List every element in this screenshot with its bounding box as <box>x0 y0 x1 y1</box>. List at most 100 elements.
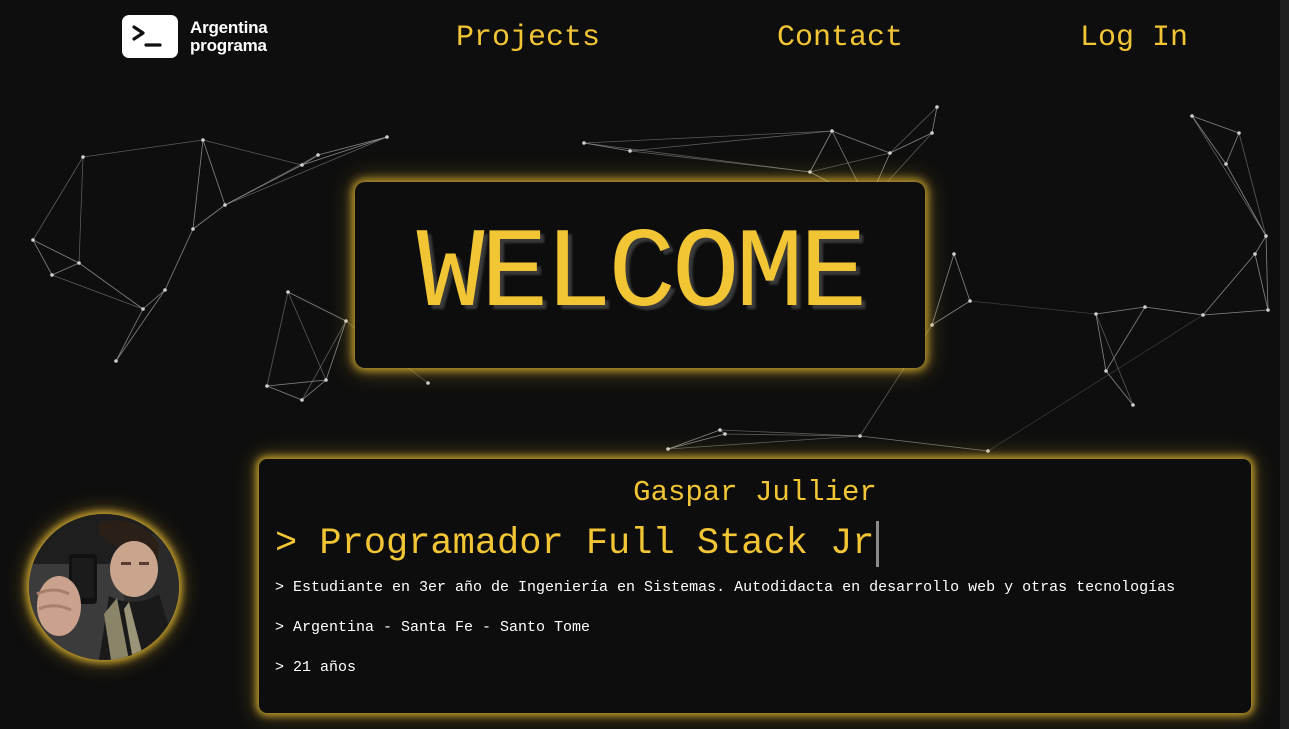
network-node <box>191 227 195 231</box>
network-node <box>265 384 269 388</box>
network-link <box>1202 253 1256 316</box>
network-node <box>808 170 812 174</box>
network-link <box>266 291 289 387</box>
network-link <box>953 253 971 302</box>
network-node <box>77 261 81 265</box>
network-link <box>1265 235 1269 311</box>
nav-contact-link[interactable]: Contact <box>777 20 903 56</box>
network-link <box>931 300 971 326</box>
network-node <box>1264 234 1268 238</box>
network-link <box>164 228 194 291</box>
network-node <box>1253 252 1257 256</box>
network-link <box>266 385 303 401</box>
network-link <box>78 156 84 264</box>
network-node <box>426 381 430 385</box>
network-node <box>888 151 892 155</box>
network-link <box>192 139 204 230</box>
network-link <box>1225 163 1267 237</box>
network-node <box>385 135 389 139</box>
network-node <box>1143 305 1147 309</box>
avatar <box>29 514 179 660</box>
network-link <box>1191 115 1267 237</box>
network-link <box>583 130 833 144</box>
network-node <box>223 203 227 207</box>
network-link <box>931 253 955 326</box>
network-node <box>628 149 632 153</box>
network-link <box>667 435 861 450</box>
network-link <box>32 239 80 264</box>
profile-description: > Estudiante en 3er año de Ingeniería en… <box>275 579 1176 596</box>
logo-line-2: programa <box>190 35 267 55</box>
network-link <box>1105 306 1146 372</box>
network-node <box>1237 131 1241 135</box>
nav-projects-link[interactable]: Projects <box>456 20 600 56</box>
typing-cursor <box>875 521 879 567</box>
network-link <box>301 136 388 166</box>
network-node <box>201 138 205 142</box>
network-node <box>31 238 35 242</box>
network-link <box>629 150 811 173</box>
welcome-title: WELCOME <box>416 211 868 339</box>
network-node <box>986 449 990 453</box>
network-link <box>889 132 933 154</box>
network-node <box>1201 313 1205 317</box>
network-node <box>300 398 304 402</box>
network-node <box>286 290 290 294</box>
network-link <box>831 130 891 154</box>
network-link <box>629 130 833 152</box>
network-link <box>317 136 388 156</box>
network-node <box>935 105 939 109</box>
header: Argentina programa Projects Contact Log … <box>0 0 1280 80</box>
network-node <box>163 288 167 292</box>
network-link <box>266 379 327 387</box>
profile-card: Gaspar Jullier > Programador Full Stack … <box>259 459 1251 713</box>
network-link <box>969 300 1097 315</box>
profile-role: > Programador Full Stack Jr <box>275 521 879 567</box>
network-node <box>830 129 834 133</box>
network-node <box>1131 403 1135 407</box>
network-node <box>666 447 670 451</box>
network-link <box>859 435 989 452</box>
network-node <box>114 359 118 363</box>
network-link <box>32 156 84 241</box>
network-link <box>1254 253 1269 311</box>
network-node <box>1266 308 1270 312</box>
network-link <box>1105 370 1134 406</box>
network-node <box>50 273 54 277</box>
network-node <box>141 307 145 311</box>
profile-name: Gaspar Jullier <box>633 476 877 509</box>
network-link <box>1144 306 1204 316</box>
network-link <box>32 239 53 276</box>
network-link <box>1095 313 1107 372</box>
network-node <box>968 299 972 303</box>
network-node <box>718 428 722 432</box>
nav-login-link[interactable]: Log In <box>1080 20 1188 56</box>
logo-line-1: Argentina <box>190 17 268 37</box>
network-link <box>301 154 319 166</box>
network-link <box>51 262 80 276</box>
network-node <box>1224 162 1228 166</box>
network-link <box>192 204 226 230</box>
network-link <box>325 320 347 381</box>
network-link <box>115 289 166 362</box>
network-link <box>115 308 144 362</box>
logo[interactable]: Argentina programa <box>122 15 268 58</box>
network-node <box>324 378 328 382</box>
network-node <box>300 163 304 167</box>
network-link <box>1095 313 1134 406</box>
network-link <box>301 379 327 401</box>
network-link <box>1225 132 1240 165</box>
profile-role-text: > Programador Full Stack Jr <box>275 523 875 565</box>
network-link <box>1202 309 1269 316</box>
network-link <box>301 320 347 401</box>
network-node <box>316 153 320 157</box>
network-link <box>1191 115 1240 134</box>
network-link <box>583 142 631 152</box>
scrollbar[interactable] <box>1280 0 1289 729</box>
network-link <box>287 291 347 322</box>
network-link <box>78 262 144 310</box>
welcome-banner: WELCOME <box>355 182 925 368</box>
profile-age: > 21 años <box>275 659 357 676</box>
network-link <box>889 106 938 154</box>
network-link <box>202 139 303 166</box>
